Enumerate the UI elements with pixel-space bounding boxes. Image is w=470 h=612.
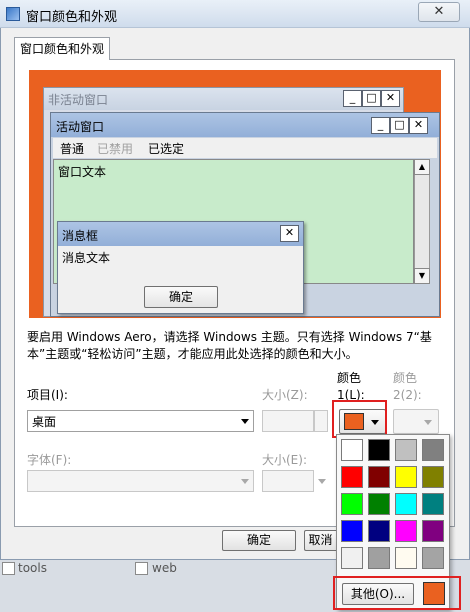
palette-swatch[interactable] <box>341 466 363 488</box>
tools-label: tools <box>18 561 47 575</box>
active-close-icon: ✕ <box>409 117 428 134</box>
menu-item-disabled[interactable]: 已禁用 <box>97 140 133 157</box>
close-button[interactable]: ✕ <box>418 2 460 22</box>
palette-swatch[interactable] <box>341 493 363 515</box>
item-select-value: 桌面 <box>32 415 57 429</box>
palette-swatch[interactable] <box>422 547 444 569</box>
window-text: 窗口文本 <box>58 165 107 179</box>
web-checkbox[interactable] <box>135 562 148 575</box>
ok-button[interactable]: 确定 <box>222 530 296 551</box>
size2-chevron-down-icon <box>318 479 326 484</box>
palette-swatch[interactable] <box>395 466 417 488</box>
scroll-down-icon[interactable]: ▼ <box>414 268 430 284</box>
message-close-icon: ✕ <box>280 225 299 242</box>
palette-swatch[interactable] <box>368 493 390 515</box>
font-select[interactable] <box>27 470 254 492</box>
palette-swatch[interactable] <box>341 547 363 569</box>
active-window-title: 活动窗口 <box>56 120 105 134</box>
menu-item-normal[interactable]: 普通 <box>60 140 84 157</box>
palette-swatch[interactable] <box>422 439 444 461</box>
web-label: web <box>152 561 177 575</box>
palette-swatch[interactable] <box>341 439 363 461</box>
palette-swatch[interactable] <box>422 466 444 488</box>
palette-swatch[interactable] <box>395 493 417 515</box>
palette-swatch[interactable] <box>368 547 390 569</box>
palette-swatch[interactable] <box>422 493 444 515</box>
palette-swatch[interactable] <box>395 547 417 569</box>
size1-label: 大小(Z): <box>262 388 308 402</box>
tools-checkbox[interactable] <box>2 562 15 575</box>
menu-item-selected[interactable]: 已选定 <box>148 140 184 157</box>
cancel-button[interactable]: 取消 <box>304 530 336 551</box>
message-text: 消息文本 <box>62 251 111 265</box>
palette-swatch[interactable] <box>368 520 390 542</box>
palette-swatch[interactable] <box>395 520 417 542</box>
message-box-title: 消息框 <box>62 229 99 243</box>
palette-swatch[interactable] <box>368 466 390 488</box>
size1-spin-icon[interactable] <box>314 410 328 432</box>
item-select[interactable] <box>27 410 254 432</box>
palette-swatch[interactable] <box>368 439 390 461</box>
palette-swatch[interactable] <box>395 439 417 461</box>
highlight-box-color1 <box>332 400 387 438</box>
inactive-maximize-icon: □ <box>362 90 381 107</box>
color2-chevron-down-icon <box>424 420 432 425</box>
active-maximize-icon: □ <box>390 117 409 134</box>
font-label: 字体(F): <box>27 453 72 467</box>
inactive-minimize-icon: _ <box>343 90 362 107</box>
item-label: 项目(I): <box>27 388 68 402</box>
active-minimize-icon: _ <box>371 117 390 134</box>
size1-input[interactable] <box>262 410 314 432</box>
item-chevron-down-icon <box>241 419 249 424</box>
aero-hint-text: 要启用 Windows Aero，请选择 Windows 主题。只有选择 Win… <box>27 330 432 361</box>
highlight-box-other <box>333 576 461 610</box>
app-icon <box>6 7 20 21</box>
size2-label: 大小(E): <box>262 453 307 467</box>
font-chevron-down-icon <box>241 479 249 484</box>
palette-swatch[interactable] <box>341 520 363 542</box>
color1-label: 颜色 1(L): <box>337 371 365 402</box>
palette-swatch[interactable] <box>422 520 444 542</box>
color2-button[interactable] <box>393 409 439 434</box>
size2-select[interactable] <box>262 470 314 492</box>
message-ok-button[interactable]: 确定 <box>144 286 218 308</box>
color2-label: 颜色 2(2): <box>393 371 422 402</box>
scroll-up-icon[interactable]: ▲ <box>414 159 430 175</box>
window-title: 窗口颜色和外观 <box>26 10 118 25</box>
inactive-close-icon: ✕ <box>381 90 400 107</box>
inactive-window-title: 非活动窗口 <box>48 93 109 107</box>
tab-window-color[interactable]: 窗口颜色和外观 <box>14 37 110 60</box>
preview-scrollbar[interactable] <box>414 159 430 284</box>
